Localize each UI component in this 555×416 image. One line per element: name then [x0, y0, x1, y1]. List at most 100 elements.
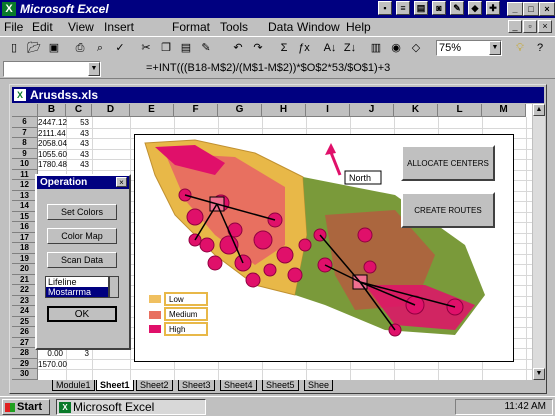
list-item[interactable]: Lifeline — [46, 277, 108, 287]
sheet-tab[interactable]: Sheet3 — [178, 380, 215, 391]
sheet-tab[interactable]: Sheet5 — [262, 380, 299, 391]
print-icon[interactable]: ⎙ — [70, 39, 90, 57]
color-map-button[interactable]: Color Map — [47, 228, 117, 244]
column-header[interactable]: L — [438, 104, 482, 117]
row-header[interactable]: 7 — [12, 127, 38, 138]
sheet-tab[interactable]: Sheet4 — [220, 380, 257, 391]
operation-listbox[interactable]: Lifeline Mostarrma — [45, 276, 109, 298]
menu-format[interactable]: Format — [172, 20, 210, 34]
cell-value[interactable]: 43 — [66, 150, 89, 159]
sheet-tab[interactable]: Module1 — [52, 380, 95, 391]
quick-launch-icon[interactable]: ▪ — [378, 1, 392, 15]
row-header[interactable]: 10 — [12, 159, 38, 170]
chart-wizard-icon[interactable]: ▥ — [366, 39, 386, 57]
start-button[interactable]: Start — [2, 399, 50, 415]
column-header[interactable]: F — [174, 104, 218, 117]
spelling-icon[interactable]: ✓ — [110, 39, 130, 57]
pin-icon[interactable]: ✚ — [486, 1, 500, 15]
formula-input[interactable]: =+INT(((B18-M$2)/(M$1-M$2))*$O$2*53/$O$1… — [146, 62, 390, 74]
listbox-scrollbar[interactable] — [109, 276, 119, 298]
close-button[interactable]: × — [539, 2, 555, 16]
sort-descending-icon[interactable]: Z↓ — [340, 39, 360, 57]
row-header[interactable]: 8 — [12, 138, 38, 149]
doc-minimize-button[interactable]: _ — [508, 20, 522, 33]
drawing-icon[interactable]: ◇ — [406, 39, 426, 57]
cell-value[interactable]: 1570.00 — [38, 360, 67, 369]
column-header[interactable]: I — [306, 104, 350, 117]
autosum-icon[interactable]: Σ — [274, 39, 294, 57]
save-icon[interactable]: ▣ — [44, 39, 64, 57]
column-header[interactable]: M — [482, 104, 526, 117]
cell-value[interactable]: 1780.48 — [38, 160, 67, 169]
paste-icon[interactable]: ▤ — [176, 39, 196, 57]
tools-icon[interactable]: ✎ — [450, 1, 464, 15]
column-header[interactable]: B — [38, 104, 66, 117]
cell-value[interactable]: 2058.04 — [38, 139, 67, 148]
sheet-tab[interactable]: Sheet1 — [96, 380, 134, 391]
sheet-tab[interactable]: Shee — [304, 380, 334, 391]
ok-button[interactable]: OK — [47, 306, 117, 322]
function-wizard-icon[interactable]: ƒx — [294, 39, 314, 57]
close-icon[interactable]: × — [116, 177, 127, 187]
menu-edit[interactable]: Edit — [32, 20, 53, 34]
format-painter-icon[interactable]: ✎ — [196, 39, 216, 57]
name-box[interactable]: ▼ — [3, 61, 101, 77]
menu-data[interactable]: Data — [268, 20, 293, 34]
cell-value[interactable]: 43 — [66, 129, 89, 138]
copy-icon[interactable]: ❐ — [156, 39, 176, 57]
sheet-tab[interactable]: Sheet2 — [136, 380, 173, 391]
menu-view[interactable]: View — [68, 20, 94, 34]
column-header[interactable]: E — [130, 104, 174, 117]
scan-data-button[interactable]: Scan Data — [47, 252, 117, 268]
column-header[interactable]: J — [350, 104, 394, 117]
cell-value[interactable]: 2111.44 — [38, 129, 66, 138]
clipboard-icon[interactable]: ▤ — [414, 1, 428, 15]
cell-value[interactable]: 43 — [66, 139, 89, 148]
menu-file[interactable]: File — [4, 20, 23, 34]
set-colors-button[interactable]: Set Colors — [47, 204, 117, 220]
doc-restore-button[interactable]: ▫ — [523, 20, 537, 33]
new-icon[interactable]: ▯ — [4, 39, 24, 57]
cell-value[interactable]: 43 — [66, 160, 89, 169]
cut-icon[interactable]: ✂ — [136, 39, 156, 57]
row-header[interactable]: 29 — [12, 358, 38, 369]
row-header[interactable]: 9 — [12, 148, 38, 159]
cell-value[interactable]: 2447.12 — [38, 118, 67, 127]
create-routes-button[interactable]: CREATE ROUTES — [401, 192, 495, 228]
notepad-icon[interactable]: ≡ — [396, 1, 410, 15]
sort-ascending-icon[interactable]: A↓ — [320, 39, 340, 57]
scroll-up-icon[interactable]: ▲ — [533, 104, 545, 116]
print-preview-icon[interactable]: ⌕ — [90, 39, 110, 57]
tipwizard-icon[interactable]: 💡︎ — [510, 39, 530, 57]
minimize-button[interactable]: _ — [507, 2, 523, 16]
menu-insert[interactable]: Insert — [104, 20, 134, 34]
map-icon[interactable]: ◉ — [386, 39, 406, 57]
row-header[interactable]: 30 — [12, 369, 38, 380]
doc-close-button[interactable]: × — [538, 20, 552, 33]
column-header[interactable]: C — [66, 104, 92, 117]
menu-window[interactable]: Window — [297, 20, 340, 34]
maximize-button[interactable]: □ — [523, 2, 539, 16]
cell-value[interactable]: 3 — [66, 349, 89, 358]
cell-value[interactable]: 53 — [66, 118, 89, 127]
vertical-scrollbar[interactable]: ▲ ▼ — [533, 104, 545, 380]
help-icon[interactable]: ? — [530, 39, 550, 57]
allocate-centers-button[interactable]: ALLOCATE CENTERS — [401, 145, 495, 181]
undo-icon[interactable]: ↶ — [228, 39, 248, 57]
zoom-select[interactable]: 75% ▼ — [436, 40, 502, 56]
cell-value[interactable]: 0.00 — [38, 349, 63, 358]
column-header[interactable]: K — [394, 104, 438, 117]
taskbar-excel-button[interactable]: X Microsoft Excel — [56, 399, 206, 415]
list-item-selected[interactable]: Mostarrma — [46, 287, 108, 297]
select-all-corner[interactable] — [12, 104, 38, 117]
chevron-down-icon[interactable]: ▼ — [88, 62, 100, 76]
row-header[interactable]: 6 — [12, 117, 38, 128]
cell-value[interactable]: 1055.60 — [38, 150, 67, 159]
column-header[interactable]: H — [262, 104, 306, 117]
redo-icon[interactable]: ↷ — [248, 39, 268, 57]
open-icon[interactable]: 📂︎ — [24, 39, 44, 57]
scroll-down-icon[interactable]: ▼ — [533, 368, 545, 380]
chevron-down-icon[interactable]: ▼ — [489, 41, 501, 55]
paint-icon[interactable]: ◆ — [468, 1, 482, 15]
menu-tools[interactable]: Tools — [220, 20, 248, 34]
